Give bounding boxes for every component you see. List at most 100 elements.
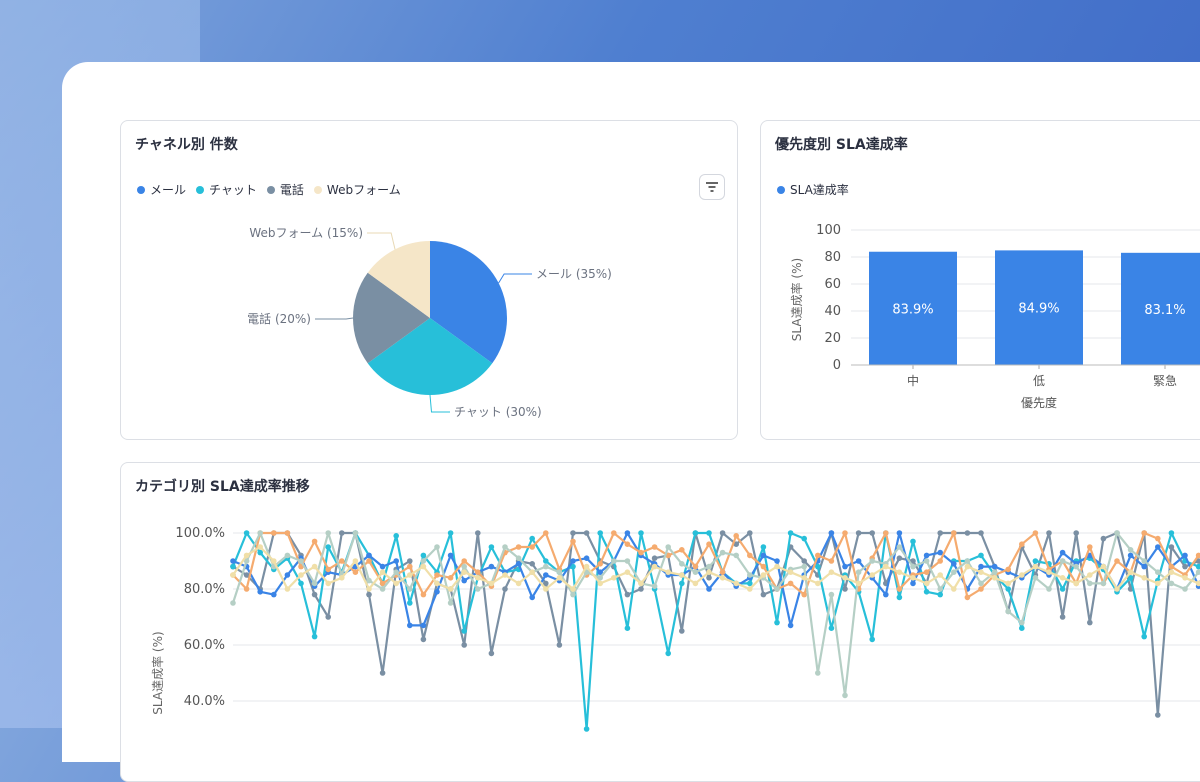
data-point xyxy=(774,586,780,592)
data-point xyxy=(638,530,644,536)
data-point xyxy=(910,580,916,587)
data-point xyxy=(978,580,984,587)
data-point xyxy=(869,530,875,536)
data-point xyxy=(665,544,671,550)
data-point xyxy=(869,572,875,578)
data-point xyxy=(1168,544,1175,550)
data-point xyxy=(951,569,957,575)
data-point xyxy=(937,586,943,592)
data-point xyxy=(692,563,699,570)
data-point xyxy=(651,583,658,589)
data-point xyxy=(529,535,535,542)
data-point xyxy=(311,591,318,598)
data-point xyxy=(543,586,549,592)
data-point xyxy=(923,580,930,587)
data-point xyxy=(733,533,739,539)
data-point xyxy=(420,552,427,559)
data-point xyxy=(747,580,753,587)
data-point xyxy=(787,622,794,629)
data-point xyxy=(828,558,835,564)
data-point xyxy=(543,572,549,578)
data-point xyxy=(1059,549,1066,556)
bar-data-label: 84.9% xyxy=(1018,302,1059,317)
data-point xyxy=(1155,580,1161,587)
data-point xyxy=(1005,586,1011,592)
data-point xyxy=(801,575,807,581)
data-point xyxy=(1141,563,1147,570)
data-point xyxy=(1019,572,1025,578)
data-point xyxy=(1073,563,1079,570)
data-point xyxy=(556,642,563,648)
data-point xyxy=(311,538,318,545)
data-point xyxy=(298,580,304,587)
data-point xyxy=(665,650,671,657)
data-point xyxy=(434,580,440,587)
data-point xyxy=(311,563,318,570)
data-point xyxy=(488,544,495,550)
pie-label-line xyxy=(498,273,532,284)
data-point xyxy=(896,586,903,592)
data-point xyxy=(964,558,971,564)
data-point xyxy=(611,558,617,564)
data-point xyxy=(951,530,957,536)
data-point xyxy=(679,547,685,553)
data-point xyxy=(502,572,508,578)
data-point xyxy=(1155,712,1161,718)
x-axis-title: 優先度 xyxy=(1021,395,1057,410)
data-point xyxy=(502,586,508,592)
data-point xyxy=(1046,586,1052,592)
data-point xyxy=(679,561,685,567)
data-point xyxy=(339,530,345,536)
data-point xyxy=(869,636,875,643)
pie-chart: メール (35%) チャット (30%) 電話 (20%) Webフォーム (15%) xyxy=(247,226,612,419)
bar-data-label: 83.1% xyxy=(1144,303,1185,318)
data-point xyxy=(842,563,848,570)
data-point xyxy=(828,530,835,536)
data-point xyxy=(583,555,590,561)
data-point xyxy=(1059,586,1066,592)
data-point xyxy=(828,591,835,598)
data-point xyxy=(679,572,685,578)
data-point xyxy=(1032,575,1039,581)
data-point xyxy=(706,563,712,570)
data-point xyxy=(284,530,291,536)
data-point xyxy=(1141,575,1147,581)
data-point xyxy=(679,580,685,587)
data-point xyxy=(1127,569,1134,575)
data-point xyxy=(243,586,250,592)
data-point xyxy=(556,575,563,581)
data-point xyxy=(1155,569,1161,575)
data-point xyxy=(1114,530,1120,536)
data-point xyxy=(393,558,400,564)
data-point xyxy=(543,530,549,536)
data-point xyxy=(706,530,712,536)
data-point xyxy=(1114,558,1120,564)
data-point xyxy=(624,569,631,575)
data-point xyxy=(407,586,413,592)
y-tick-label: 80.0% xyxy=(184,582,225,597)
data-point xyxy=(447,575,454,581)
data-point xyxy=(271,530,277,536)
data-point xyxy=(624,558,631,564)
priority-sla-card: 優先度別 SLA達成率 SLA達成率 0 20 40 60 80 100 83.9% 中 84.… xyxy=(760,120,1200,440)
data-point xyxy=(896,544,903,550)
data-point xyxy=(379,563,386,570)
data-point xyxy=(787,569,794,575)
data-point xyxy=(896,594,903,601)
data-point xyxy=(379,569,386,575)
category-sla-trend-card: カテゴリ別 SLA達成率推移 40.0% 60.0% 80.0% 100.0% SLA達… xyxy=(120,462,1200,782)
data-point xyxy=(719,549,726,556)
data-point xyxy=(706,586,712,592)
data-point xyxy=(311,580,318,587)
data-point xyxy=(978,563,984,570)
data-point xyxy=(325,614,331,620)
data-point xyxy=(951,561,957,567)
data-point xyxy=(1005,608,1011,615)
data-point xyxy=(1046,569,1052,575)
data-point xyxy=(896,530,903,536)
data-point xyxy=(611,575,617,581)
data-point xyxy=(787,580,794,587)
data-point xyxy=(570,538,576,545)
data-point xyxy=(774,619,780,626)
data-point xyxy=(461,563,468,570)
